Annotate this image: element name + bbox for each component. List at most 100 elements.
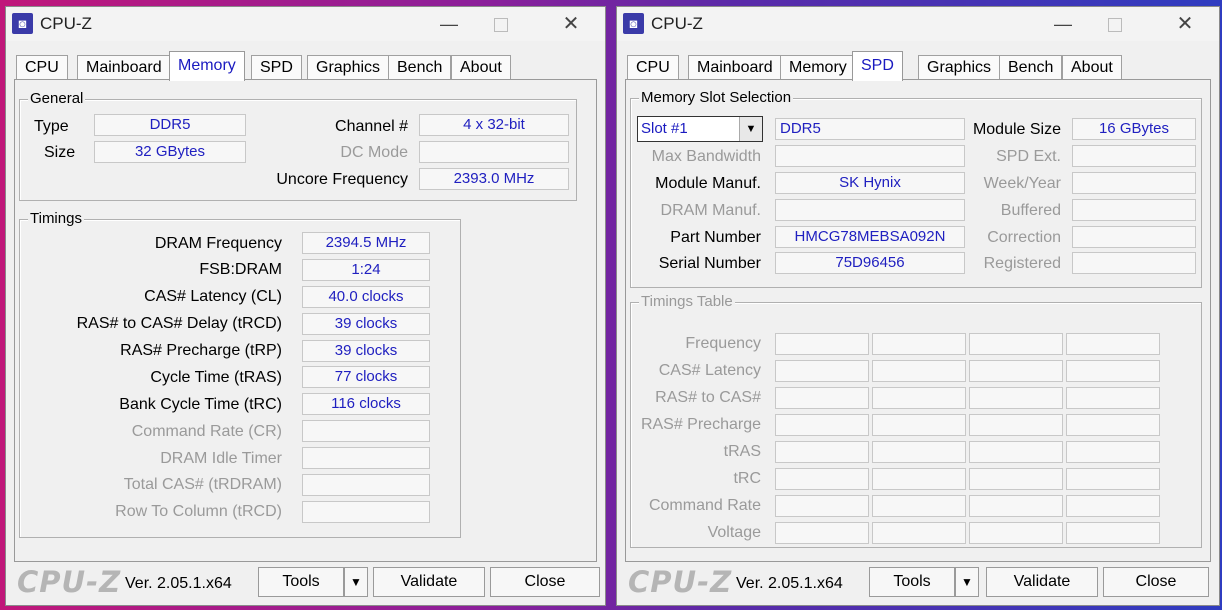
dram-frequency-label: DRAM Frequency: [154, 235, 282, 252]
title-bar[interactable]: ◙ CPU-Z — ✕: [6, 7, 605, 41]
window-title: CPU-Z: [651, 14, 703, 33]
timings-table-cell: [969, 495, 1063, 517]
chevron-down-icon[interactable]: ▼: [739, 117, 762, 141]
timings-table-cell: [775, 522, 869, 544]
dram-frequency-value: 2394.5 MHz: [302, 232, 430, 254]
timings-table-cell: [775, 468, 869, 490]
minimize-button[interactable]: —: [429, 11, 469, 37]
tab-spd[interactable]: SPD: [251, 55, 302, 79]
tras-label: Cycle Time (tRAS): [150, 369, 282, 386]
module-size-value: 16 GBytes: [1072, 118, 1196, 140]
validate-button[interactable]: Validate: [373, 567, 485, 597]
command-rate-label: Command Rate (CR): [131, 423, 282, 440]
tools-dropdown-chevron-icon[interactable]: ▼: [955, 567, 979, 597]
timings-table-row-label: CAS# Latency: [658, 362, 761, 379]
timings-group: Timings DRAM Frequency 2394.5 MHz FSB:DR…: [19, 210, 461, 538]
tab-graphics[interactable]: Graphics: [307, 55, 390, 79]
part-number-value: HMCG78MEBSA092N: [775, 226, 965, 248]
timings-table-cell: [1066, 333, 1160, 355]
tools-dropdown-chevron-icon[interactable]: ▼: [344, 567, 368, 597]
tab-mainboard[interactable]: Mainboard: [688, 55, 782, 79]
size-value: 32 GBytes: [94, 141, 246, 163]
cpuz-window-memory: ◙ CPU-Z — ✕ CPU Mainboard Memory SPD Gra…: [5, 6, 606, 606]
slot-select[interactable]: Slot #1 ▼: [637, 116, 763, 142]
trcd-value: 39 clocks: [302, 313, 430, 335]
maximize-button[interactable]: [1095, 11, 1135, 37]
footer-bar: CPU-Z Ver. 2.05.1.x64 Tools ▼ Validate C…: [6, 559, 605, 605]
timings-table-cell: [969, 360, 1063, 382]
trcd-label: RAS# to CAS# Delay (tRCD): [76, 315, 282, 332]
cas-latency-label: CAS# Latency (CL): [144, 288, 282, 305]
timings-table-cell: [1066, 495, 1160, 517]
cpuz-app-icon: ◙: [12, 13, 33, 34]
tab-bar: CPU Mainboard Memory SPD Graphics Bench …: [625, 51, 1211, 81]
timings-table-cell: [872, 522, 966, 544]
total-cas-value: [302, 474, 430, 496]
serial-number-label: Serial Number: [658, 255, 761, 272]
validate-button[interactable]: Validate: [986, 567, 1098, 597]
timings-table-cell: [1066, 468, 1160, 490]
timings-table-cell: [969, 441, 1063, 463]
timings-table-row-label: tRAS: [723, 443, 761, 460]
timings-table-cell: [775, 414, 869, 436]
week-year-label: Week/Year: [983, 175, 1061, 192]
maximize-button[interactable]: [481, 11, 521, 37]
part-number-label: Part Number: [670, 229, 761, 246]
close-window-button[interactable]: ✕: [1165, 11, 1205, 37]
timings-table-cell: [775, 387, 869, 409]
close-window-button[interactable]: ✕: [551, 11, 591, 37]
type-label: Type: [34, 118, 69, 135]
tab-about[interactable]: About: [451, 55, 511, 79]
type-value: DDR5: [94, 114, 246, 136]
timings-table-cell: [969, 414, 1063, 436]
timings-table-cell: [1066, 441, 1160, 463]
tab-mainboard[interactable]: Mainboard: [77, 55, 171, 79]
tools-button[interactable]: Tools: [869, 567, 955, 597]
general-group-label: General: [28, 90, 86, 107]
window-title: CPU-Z: [40, 14, 92, 33]
tab-bench[interactable]: Bench: [999, 55, 1063, 79]
version-label: Ver. 2.05.1.x64: [125, 575, 232, 592]
version-label: Ver. 2.05.1.x64: [736, 575, 843, 592]
timings-table-cell: [872, 360, 966, 382]
correction-label: Correction: [987, 229, 1061, 246]
max-bandwidth-label: Max Bandwidth: [651, 148, 761, 165]
trc-label: Bank Cycle Time (tRC): [119, 396, 282, 413]
tab-about[interactable]: About: [1062, 55, 1122, 79]
tab-graphics[interactable]: Graphics: [918, 55, 1001, 79]
registered-label: Registered: [983, 255, 1061, 272]
memory-slot-selection-label: Memory Slot Selection: [639, 89, 794, 106]
spd-ext-label: SPD Ext.: [996, 148, 1061, 165]
close-button[interactable]: Close: [1103, 567, 1209, 597]
dram-manuf-value: [775, 199, 965, 221]
title-bar[interactable]: ◙ CPU-Z — ✕: [617, 7, 1219, 41]
fsb-dram-label: FSB:DRAM: [199, 261, 282, 278]
trc-value: 116 clocks: [302, 393, 430, 415]
tab-bench[interactable]: Bench: [388, 55, 452, 79]
timings-group-label: Timings: [28, 210, 84, 227]
trp-label: RAS# Precharge (tRP): [120, 342, 282, 359]
timings-table-cell: [1066, 414, 1160, 436]
timings-table-row-label: RAS# Precharge: [640, 416, 761, 433]
module-manuf-value: SK Hynix: [775, 172, 965, 194]
command-rate-value: [302, 420, 430, 442]
spd-ext-value: [1072, 145, 1196, 167]
cpuz-brand-logo: CPU-Z: [628, 565, 733, 599]
timings-table-cell: [1066, 522, 1160, 544]
tab-memory[interactable]: Memory: [169, 51, 245, 81]
timings-table-row-label: tRC: [733, 470, 761, 487]
timings-table-row-label: Frequency: [685, 335, 761, 352]
tools-button[interactable]: Tools: [258, 567, 344, 597]
memory-panel: General Type DDR5 Size 32 GBytes Channel…: [14, 79, 597, 562]
minimize-button[interactable]: —: [1043, 11, 1083, 37]
timings-table-cell: [872, 333, 966, 355]
timings-table-group: Timings Table Frequency CAS# Latency RAS# …: [630, 293, 1202, 548]
tab-spd[interactable]: SPD: [852, 51, 903, 81]
trp-value: 39 clocks: [302, 340, 430, 362]
tab-memory[interactable]: Memory: [780, 55, 856, 79]
tab-cpu[interactable]: CPU: [627, 55, 679, 79]
tab-cpu[interactable]: CPU: [16, 55, 68, 79]
general-group: General Type DDR5 Size 32 GBytes Channel…: [19, 90, 577, 201]
close-button[interactable]: Close: [490, 567, 600, 597]
dram-manuf-label: DRAM Manuf.: [660, 202, 761, 219]
